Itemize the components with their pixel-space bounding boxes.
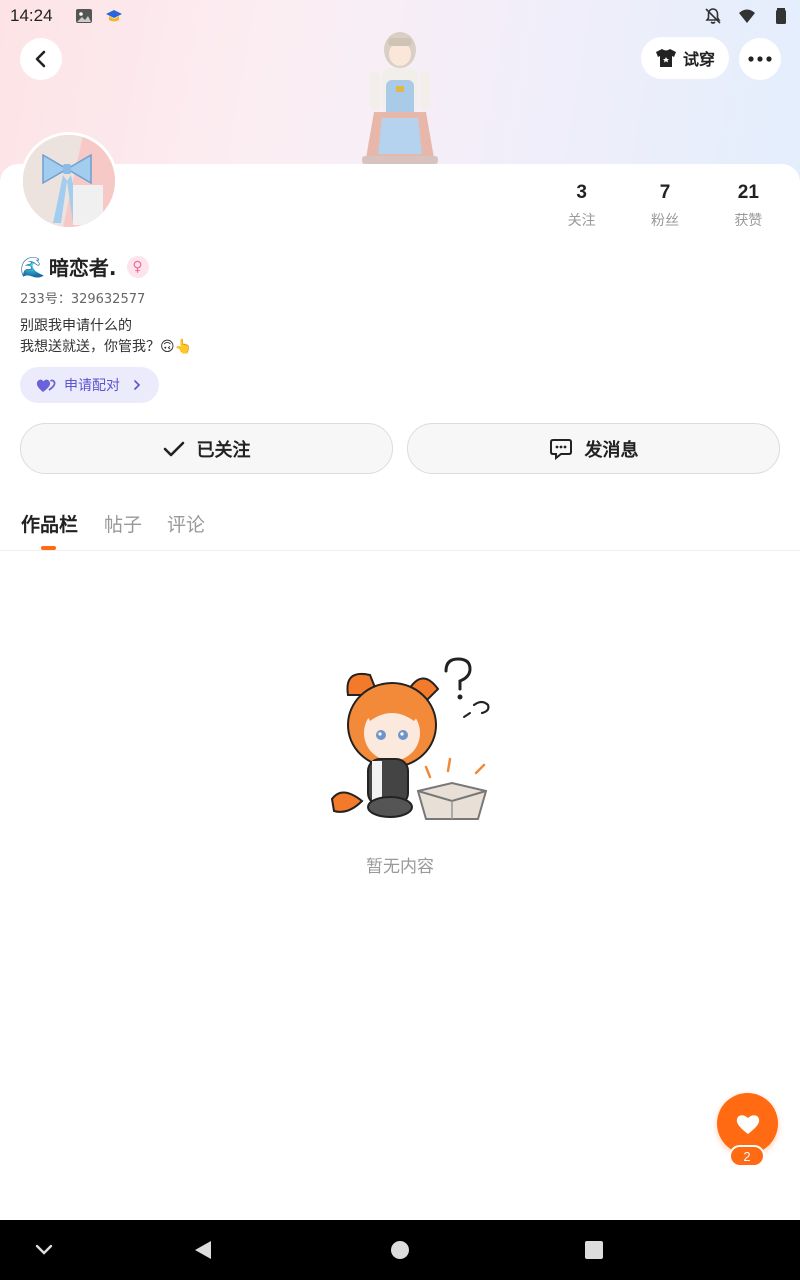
chevron-down-icon[interactable]	[34, 1244, 54, 1256]
avatar-image	[23, 135, 115, 227]
stat-label: 关注	[567, 213, 596, 229]
back-triangle-icon[interactable]	[192, 1239, 214, 1261]
heart-icon	[736, 1114, 759, 1134]
request-pairing-label: 申请配对	[64, 378, 120, 394]
chevron-left-icon	[35, 50, 46, 68]
send-message-button[interactable]: 发消息	[407, 423, 780, 474]
stat-label: 粉丝	[650, 213, 679, 229]
chat-bubble-icon	[549, 438, 572, 460]
stat-value: 21	[737, 182, 759, 203]
active-tab-indicator	[41, 546, 56, 550]
more-horizontal-icon	[748, 56, 772, 62]
stat-followers[interactable]: 7 粉丝	[623, 182, 706, 230]
tab-comments[interactable]: 评论	[167, 510, 205, 537]
recents-square-icon[interactable]	[584, 1240, 604, 1260]
try-on-button[interactable]: 试穿	[641, 37, 729, 79]
profile-screen: 14:24 试穿 3 关注 7 粉丝 21 获赞 🌊 暗恋者. ♀ 233号：3…	[0, 0, 800, 1280]
status-time: 14:24	[10, 6, 53, 25]
avatar-figure-image	[362, 32, 438, 164]
content-tabs: 作品栏 帖子 评论	[0, 500, 800, 551]
checkmark-icon	[163, 441, 184, 456]
username-emoji: 🌊	[20, 254, 45, 279]
bio-line: 我想送就送，你管我？🙃👆	[20, 339, 193, 355]
empty-state-text: 暂无内容	[366, 857, 434, 877]
stat-value: 3	[576, 182, 587, 203]
double-heart-icon	[36, 379, 56, 392]
like-count-badge: 2	[729, 1145, 765, 1167]
stat-value: 7	[659, 182, 671, 203]
username-text: 暗恋者.	[48, 256, 117, 280]
send-message-label: 发消息	[584, 439, 639, 461]
avatar[interactable]	[20, 132, 118, 230]
notifications-off-icon	[705, 8, 721, 24]
battery-icon	[776, 8, 786, 24]
bio-line: 别跟我申请什么的	[20, 318, 132, 334]
back-button[interactable]	[20, 38, 62, 80]
tab-posts[interactable]: 帖子	[104, 510, 142, 537]
stat-likes[interactable]: 21 获赞	[707, 182, 790, 230]
home-circle-icon[interactable]	[389, 1239, 411, 1261]
chevron-right-icon	[134, 380, 141, 390]
tshirt-icon	[655, 49, 676, 67]
image-icon	[75, 9, 92, 23]
wifi-icon	[739, 9, 755, 23]
more-button[interactable]	[739, 38, 781, 80]
stat-label: 获赞	[734, 213, 763, 229]
female-gender-icon: ♀	[126, 255, 149, 278]
followed-label: 已关注	[196, 439, 251, 461]
stat-following[interactable]: 3 关注	[540, 182, 623, 230]
bio: 别跟我申请什么的 我想送就送，你管我？🙃👆	[20, 316, 192, 358]
username: 🌊 暗恋者. ♀	[20, 252, 149, 281]
stats-row: 3 关注 7 粉丝 21 获赞	[540, 182, 790, 230]
empty-state-illustration	[330, 657, 490, 820]
request-pairing-button[interactable]: 申请配对	[20, 367, 159, 403]
followed-button[interactable]: 已关注	[20, 423, 393, 474]
try-on-label: 试穿	[682, 50, 715, 69]
system-navigation-bar	[0, 1220, 800, 1280]
user-id: 233号：329632577	[20, 292, 146, 307]
tab-works[interactable]: 作品栏	[21, 510, 78, 537]
graduation-cap-icon	[105, 10, 122, 22]
